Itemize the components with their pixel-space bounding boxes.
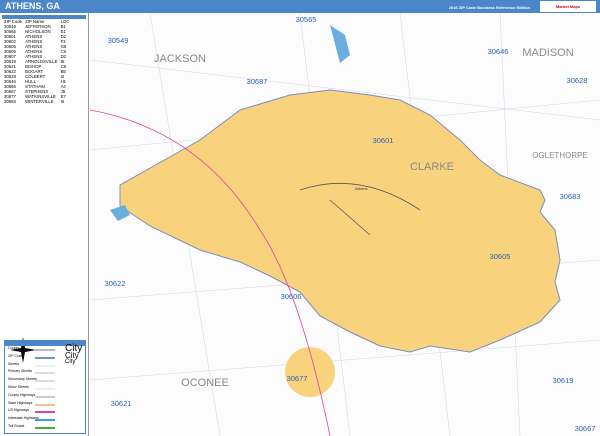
zip-label: 30687 <box>247 77 268 86</box>
legend-label: Secondary Streets <box>8 377 37 382</box>
legend-label: County <box>8 346 20 350</box>
legend-swatch <box>35 403 55 406</box>
zip-label: 30621 <box>111 399 132 408</box>
publisher-logo: Market Maps <box>540 1 596 12</box>
map-title: ATHENS, GA <box>5 1 60 11</box>
legend-item: Toll Roads <box>5 424 85 432</box>
zip-table-cell: I5 <box>60 99 65 104</box>
map-legend: County City ZIP Code City Streets City Primary… <box>4 340 86 434</box>
watkinsville-zip-area <box>285 347 335 397</box>
zip-label: 30549 <box>108 36 129 45</box>
header-bar: ATHENS, GA 2016 ZIP Code Business Refere… <box>0 0 600 13</box>
zip-table-row: 30683 WINTERVILLE I5 <box>4 99 72 104</box>
legend-item: Minor Streets <box>5 385 85 393</box>
legend-swatch <box>35 395 55 398</box>
legend-item: Streets City <box>5 358 85 370</box>
legend-swatch <box>35 380 55 383</box>
legend-swatch <box>35 356 55 359</box>
zip-label: 30646 <box>488 47 509 56</box>
county-label: MADISON <box>522 47 573 59</box>
legend-swatch <box>35 349 55 351</box>
legend-swatch <box>35 419 55 422</box>
edition-label: 2016 ZIP Code Business Reference Edition <box>448 5 530 10</box>
zip-table-cell: 30683 <box>4 99 16 104</box>
county-label: OGLETHORPE <box>532 151 588 160</box>
legend-swatch <box>35 387 55 390</box>
city-label-athens: Athens <box>355 186 367 191</box>
county-label: OCONEE <box>181 377 229 389</box>
zip-label: 30605 <box>490 252 511 261</box>
legend-swatch <box>35 411 55 414</box>
legend-item: Primary Streets <box>5 369 85 377</box>
zip-label: 30619 <box>553 376 574 385</box>
legend-label: County Highways <box>8 392 36 397</box>
county-label: CLARKE <box>410 161 454 173</box>
map-canvas[interactable]: 30549 30565 30646 30687 30628 30601 30683 30605… <box>90 13 600 436</box>
zip-label: 30606 <box>281 292 302 301</box>
zip-table-cell: WINTERVILLE <box>25 99 54 104</box>
legend-swatch <box>35 372 55 375</box>
city-size-sample: City <box>65 358 76 365</box>
zip-label: 30683 <box>560 192 581 201</box>
zip-label: 30667 <box>575 424 596 433</box>
zip-label: 30677 <box>287 374 308 383</box>
legend-label: Toll Roads <box>8 423 25 428</box>
zip-label: 30628 <box>567 76 588 85</box>
legend-swatch <box>35 364 55 367</box>
legend-label: ZIP Code <box>8 353 23 358</box>
legend-swatch <box>35 426 55 429</box>
legend-label: US Highways <box>8 408 30 413</box>
zip-table: ZIP Code ZIP Name LOC 30549 JEFFERSON B1 30565… <box>4 19 72 104</box>
legend-label: Streets <box>8 361 20 366</box>
legend-item: Secondary Streets <box>5 377 85 385</box>
zip-label: 30601 <box>373 136 394 145</box>
legend-label: Primary Streets <box>8 369 33 374</box>
county-label: JACKSON <box>154 53 206 65</box>
legend-label: Minor Streets <box>8 384 29 389</box>
zip-label: 30622 <box>105 279 126 288</box>
legend-item: Interstate Highways <box>5 416 85 424</box>
legend-label: State Highways <box>8 400 33 405</box>
zip-label: 30565 <box>296 15 317 24</box>
legend-item: State Highways <box>5 401 85 409</box>
legend-item: County Highways <box>5 393 85 401</box>
legend-item: US Highways <box>5 408 85 416</box>
